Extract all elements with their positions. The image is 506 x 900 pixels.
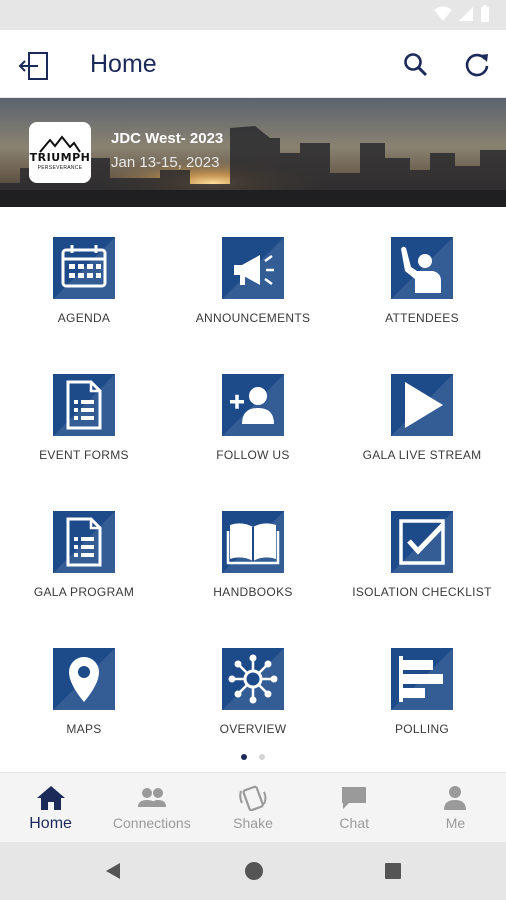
tile-label: ISOLATION CHECKLIST	[352, 585, 492, 599]
calendar-icon	[61, 245, 107, 288]
tile-event-forms[interactable]: EVENT FORMS	[0, 374, 168, 494]
tile-gala-live-stream[interactable]: GALA LIVE STREAM	[338, 374, 506, 494]
chat-bubble-icon	[342, 787, 367, 809]
page-dot-2[interactable]	[259, 754, 265, 760]
event-banner[interactable]: TRIUMPH PERSEVERANCE JDC West- 2023 Jan …	[0, 98, 506, 207]
event-logo: TRIUMPH PERSEVERANCE	[29, 122, 91, 183]
open-book-icon	[226, 523, 280, 565]
tile-label: POLLING	[394, 722, 450, 736]
checkbox-icon	[399, 519, 445, 565]
nav-shake[interactable]: Shake	[202, 773, 303, 842]
page-title: Home	[90, 50, 157, 78]
battery-icon	[481, 5, 489, 22]
nav-me[interactable]: Me	[405, 773, 506, 842]
page-dot-1[interactable]	[241, 754, 247, 760]
tile-label: GALA LIVE STREAM	[362, 448, 482, 462]
tile-isolation-checklist[interactable]: ISOLATION CHECKLIST	[338, 511, 506, 631]
page-indicator	[0, 754, 506, 760]
bottom-navigation: Home Connections Shake Chat Me	[0, 772, 506, 842]
refresh-icon[interactable]	[462, 50, 492, 80]
tile-label: MAPS	[66, 722, 102, 736]
program-document-icon	[66, 517, 102, 567]
tile-label: FOLLOW US	[216, 448, 290, 462]
event-dates: Jan 13-15, 2023	[111, 154, 220, 171]
nav-home[interactable]: Home	[0, 773, 101, 842]
play-icon	[405, 382, 443, 428]
nav-label: Connections	[112, 815, 191, 831]
tile-label: OVERVIEW	[219, 722, 287, 736]
search-icon[interactable]	[401, 50, 431, 80]
add-person-icon	[230, 387, 274, 424]
person-raising-hand-icon	[401, 246, 441, 293]
tile-handbooks[interactable]: HANDBOOKS	[169, 511, 337, 631]
shake-phone-icon	[239, 785, 267, 811]
tile-label: HANDBOOKS	[213, 585, 293, 599]
tile-attendees[interactable]: ATTENDEES	[338, 237, 506, 357]
system-navigation-bar	[0, 842, 506, 900]
tile-label: EVENT FORMS	[39, 448, 129, 462]
nav-label: Home	[29, 815, 72, 832]
event-name: JDC West- 2023	[111, 130, 224, 147]
form-document-icon	[66, 380, 102, 430]
megaphone-icon	[234, 254, 274, 286]
tile-polling[interactable]: POLLING	[338, 648, 506, 768]
tile-maps[interactable]: MAPS	[0, 648, 168, 768]
status-bar	[0, 0, 506, 30]
person-icon	[444, 786, 467, 810]
nav-label: Chat	[339, 815, 369, 831]
tile-follow-us[interactable]: FOLLOW US	[169, 374, 337, 494]
wifi-icon	[434, 6, 452, 21]
people-icon	[137, 788, 166, 807]
app-bar: Home	[0, 30, 506, 98]
recents-square-icon[interactable]	[384, 862, 402, 880]
nav-label: Shake	[233, 815, 273, 831]
tile-gala-program[interactable]: GALA PROGRAM	[0, 511, 168, 631]
nav-connections[interactable]: Connections	[101, 773, 202, 842]
tile-label: ATTENDEES	[385, 311, 459, 325]
map-pin-icon	[69, 657, 99, 702]
tile-label: ANNOUNCEMENTS	[195, 311, 311, 325]
nav-chat[interactable]: Chat	[304, 773, 405, 842]
logout-icon[interactable]	[18, 48, 54, 84]
signal-icon	[459, 7, 473, 21]
poll-bars-icon	[399, 656, 443, 702]
home-icon	[36, 786, 65, 810]
tile-label: GALA PROGRAM	[33, 585, 135, 599]
back-triangle-icon[interactable]	[103, 861, 123, 881]
logo-text: TRIUMPH	[29, 150, 91, 164]
network-hub-icon	[228, 654, 278, 704]
tile-label: AGENDA	[57, 311, 111, 325]
tile-agenda[interactable]: AGENDA	[0, 237, 168, 357]
nav-label: Me	[445, 815, 466, 831]
tile-announcements[interactable]: ANNOUNCEMENTS	[169, 237, 337, 357]
logo-subtext: PERSEVERANCE	[37, 164, 83, 171]
home-circle-icon[interactable]	[244, 861, 264, 881]
feature-grid: AGENDA ANNOUNCEMENTS ATTENDEES EVENT FOR…	[0, 207, 506, 772]
tile-overview[interactable]: OVERVIEW	[169, 648, 337, 768]
